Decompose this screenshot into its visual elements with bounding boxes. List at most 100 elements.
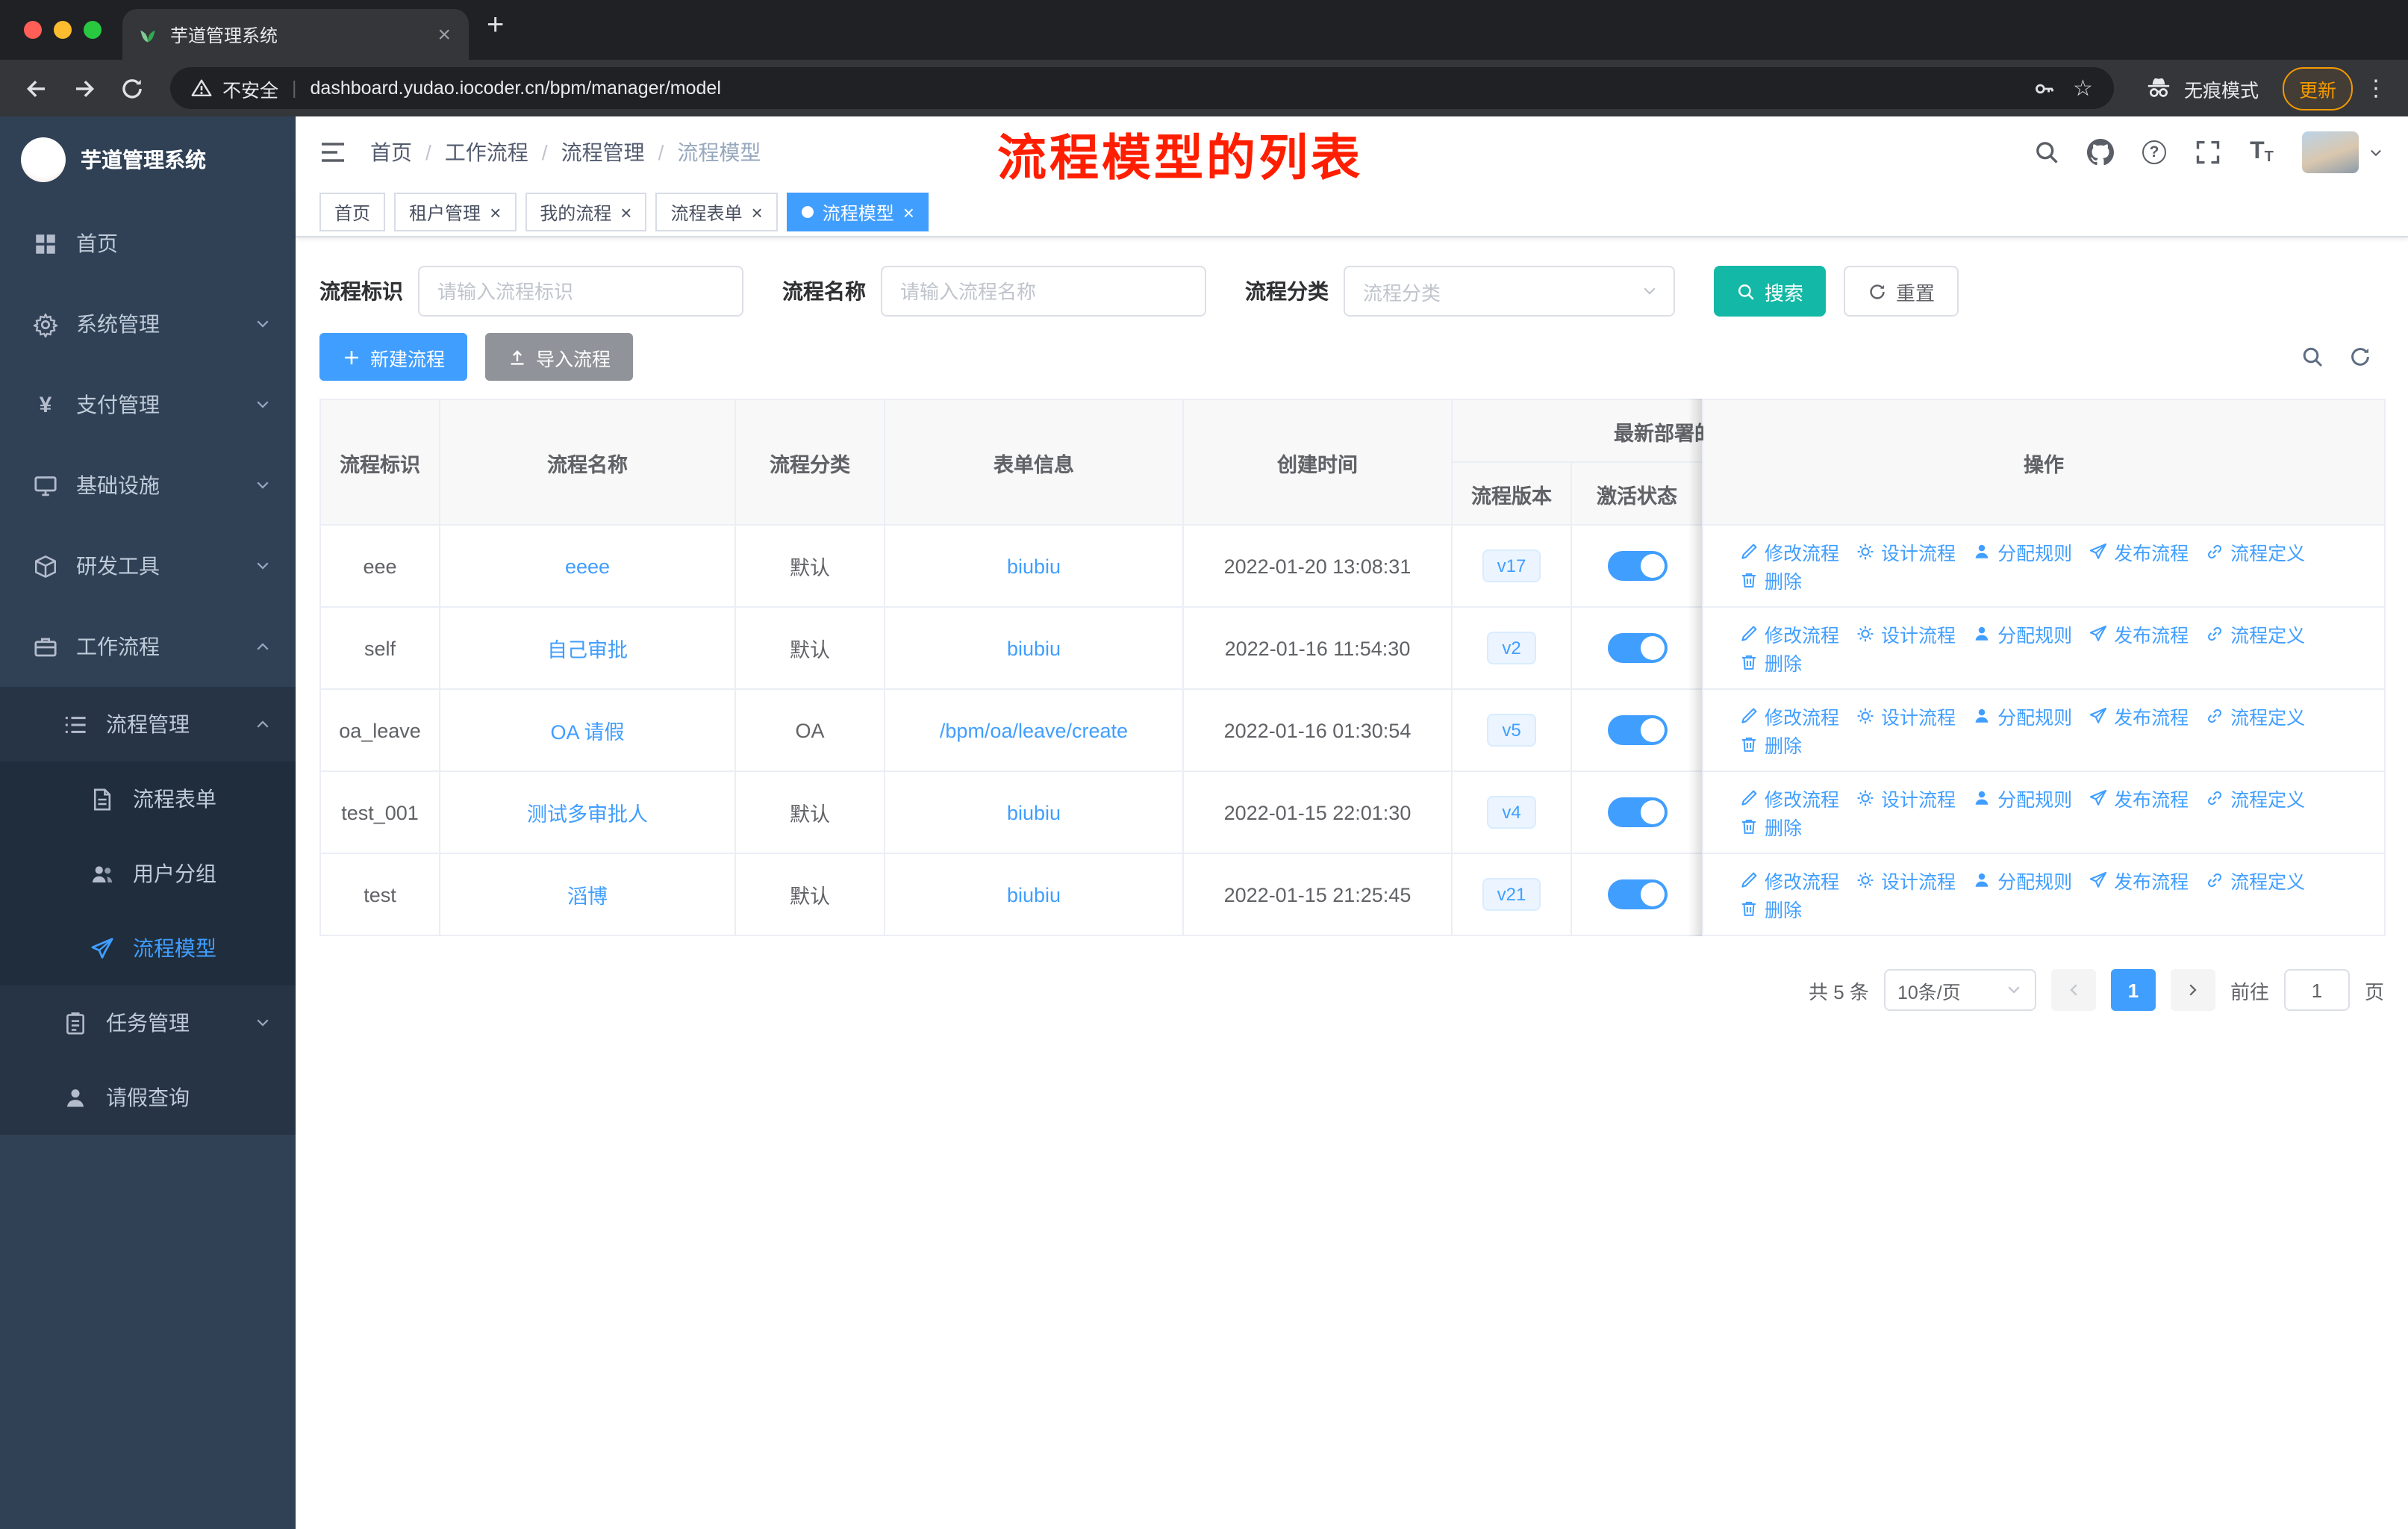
active-toggle[interactable]	[1607, 715, 1667, 745]
fullscreen-button[interactable]	[2183, 122, 2233, 182]
process-name-link[interactable]: 测试多审批人	[527, 803, 648, 826]
action-assign-link[interactable]: 分配规则	[1972, 702, 2072, 730]
action-delete-link[interactable]: 删除	[1739, 894, 1802, 923]
action-publish-link[interactable]: 发布流程	[2089, 538, 2189, 566]
form-info-link[interactable]: biubiu	[1007, 801, 1061, 823]
sidebar-item-dev-tools[interactable]: 研发工具	[0, 526, 296, 606]
action-design-link[interactable]: 设计流程	[1856, 702, 1956, 730]
form-info-link[interactable]: /bpm/oa/leave/create	[940, 719, 1128, 741]
action-assign-link[interactable]: 分配规则	[1972, 784, 2072, 812]
sidebar-item-process-model[interactable]: 流程模型	[0, 911, 296, 985]
current-page-button[interactable]: 1	[2110, 969, 2156, 1011]
sidebar-item-process-form[interactable]: 流程表单	[0, 762, 296, 836]
header-search-button[interactable]	[2021, 122, 2072, 182]
action-modify-link[interactable]: 修改流程	[1739, 538, 1839, 566]
back-button[interactable]	[15, 67, 57, 109]
prev-page-button[interactable]	[2050, 969, 2096, 1011]
category-select[interactable]: 流程分类	[1344, 266, 1675, 317]
sidebar-item-workflow[interactable]: 工作流程	[0, 606, 296, 687]
process-name-link[interactable]: 滔博	[567, 885, 608, 908]
action-modify-link[interactable]: 修改流程	[1739, 620, 1839, 648]
address-bar[interactable]: 不安全 | dashboard.yudao.iocoder.cn/bpm/man…	[170, 67, 2114, 109]
form-info-link[interactable]: biubiu	[1007, 555, 1061, 577]
minimize-window-button[interactable]	[54, 21, 72, 39]
action-modify-link[interactable]: 修改流程	[1739, 702, 1839, 730]
process-name-link[interactable]: eeee	[565, 555, 610, 577]
process-name-link[interactable]: OA 请假	[550, 721, 624, 744]
tab-close-icon[interactable]: ×	[434, 23, 454, 46]
github-button[interactable]	[2075, 122, 2126, 182]
reload-button[interactable]	[110, 67, 152, 109]
close-icon[interactable]: ×	[903, 202, 914, 222]
user-avatar-menu[interactable]	[2302, 131, 2384, 173]
action-design-link[interactable]: 设计流程	[1856, 538, 1956, 566]
action-delete-link[interactable]: 删除	[1739, 730, 1802, 759]
action-definition-link[interactable]: 流程定义	[2205, 538, 2305, 566]
close-icon[interactable]: ×	[490, 202, 501, 222]
action-assign-link[interactable]: 分配规则	[1972, 538, 2072, 566]
breadcrumb-process-mgmt[interactable]: 流程管理	[561, 137, 645, 167]
process-id-input[interactable]	[418, 266, 743, 317]
active-toggle[interactable]	[1607, 551, 1667, 581]
create-process-button[interactable]: 新建流程	[319, 333, 468, 381]
action-delete-link[interactable]: 删除	[1739, 566, 1802, 594]
process-name-link[interactable]: 自己审批	[547, 639, 628, 661]
action-publish-link[interactable]: 发布流程	[2089, 620, 2189, 648]
action-publish-link[interactable]: 发布流程	[2089, 702, 2189, 730]
forward-button[interactable]	[63, 67, 105, 109]
breadcrumb-home[interactable]: 首页	[370, 137, 412, 167]
browser-update-button[interactable]: 更新	[2282, 66, 2353, 110]
action-design-link[interactable]: 设计流程	[1856, 866, 1956, 894]
form-info-link[interactable]: biubiu	[1007, 637, 1061, 659]
hamburger-button[interactable]	[296, 137, 370, 167]
font-size-button[interactable]: TT	[2236, 122, 2287, 182]
action-design-link[interactable]: 设计流程	[1856, 620, 1956, 648]
action-assign-link[interactable]: 分配规则	[1972, 620, 2072, 648]
key-icon[interactable]	[2033, 77, 2055, 99]
active-toggle[interactable]	[1607, 797, 1667, 827]
browser-tab[interactable]: 芋道管理系统 ×	[122, 9, 469, 60]
tag-home[interactable]: 首页	[319, 193, 386, 231]
action-modify-link[interactable]: 修改流程	[1739, 784, 1839, 812]
tag-process-form[interactable]: 流程表单 ×	[655, 193, 778, 231]
sidebar-item-process-mgmt[interactable]: 流程管理	[0, 687, 296, 762]
active-toggle[interactable]	[1607, 633, 1667, 663]
sidebar-item-home[interactable]: 首页	[0, 203, 296, 284]
toggle-search-button[interactable]	[2289, 333, 2336, 381]
sidebar-item-system-mgmt[interactable]: 系统管理	[0, 284, 296, 364]
app-logo[interactable]: 芋道管理系统	[0, 116, 296, 203]
action-modify-link[interactable]: 修改流程	[1739, 866, 1839, 894]
form-info-link[interactable]: biubiu	[1007, 883, 1061, 906]
close-icon[interactable]: ×	[620, 202, 631, 222]
process-name-input[interactable]	[881, 266, 1206, 317]
zoom-window-button[interactable]	[84, 21, 102, 39]
action-assign-link[interactable]: 分配规则	[1972, 866, 2072, 894]
sidebar-item-infrastructure[interactable]: 基础设施	[0, 445, 296, 526]
action-publish-link[interactable]: 发布流程	[2089, 866, 2189, 894]
new-tab-button[interactable]: +	[487, 10, 504, 40]
tag-process-model[interactable]: 流程模型 ×	[786, 193, 929, 231]
page-size-select[interactable]: 10条/页	[1883, 969, 2036, 1011]
sidebar-item-task-mgmt[interactable]: 任务管理	[0, 985, 296, 1060]
sidebar-item-payment-mgmt[interactable]: ¥ 支付管理	[0, 364, 296, 445]
action-delete-link[interactable]: 删除	[1739, 812, 1802, 841]
next-page-button[interactable]	[2170, 969, 2215, 1011]
action-definition-link[interactable]: 流程定义	[2205, 784, 2305, 812]
breadcrumb-workflow[interactable]: 工作流程	[445, 137, 528, 167]
help-button[interactable]: ?	[2129, 122, 2180, 182]
close-icon[interactable]: ×	[752, 202, 763, 222]
action-design-link[interactable]: 设计流程	[1856, 784, 1956, 812]
reset-button[interactable]: 重置	[1844, 266, 1959, 317]
import-process-button[interactable]: 导入流程	[485, 333, 634, 381]
sidebar-item-leave-query[interactable]: 请假查询	[0, 1060, 296, 1135]
action-publish-link[interactable]: 发布流程	[2089, 784, 2189, 812]
tag-my-process[interactable]: 我的流程 ×	[525, 193, 647, 231]
active-toggle[interactable]	[1607, 879, 1667, 909]
search-button[interactable]: 搜索	[1714, 266, 1827, 317]
action-definition-link[interactable]: 流程定义	[2205, 702, 2305, 730]
action-delete-link[interactable]: 删除	[1739, 648, 1802, 676]
bookmark-star-icon[interactable]: ☆	[2073, 77, 2093, 99]
goto-page-input[interactable]	[2283, 969, 2350, 1011]
tag-tenant-mgmt[interactable]: 租户管理 ×	[394, 193, 517, 231]
close-window-button[interactable]	[24, 21, 42, 39]
